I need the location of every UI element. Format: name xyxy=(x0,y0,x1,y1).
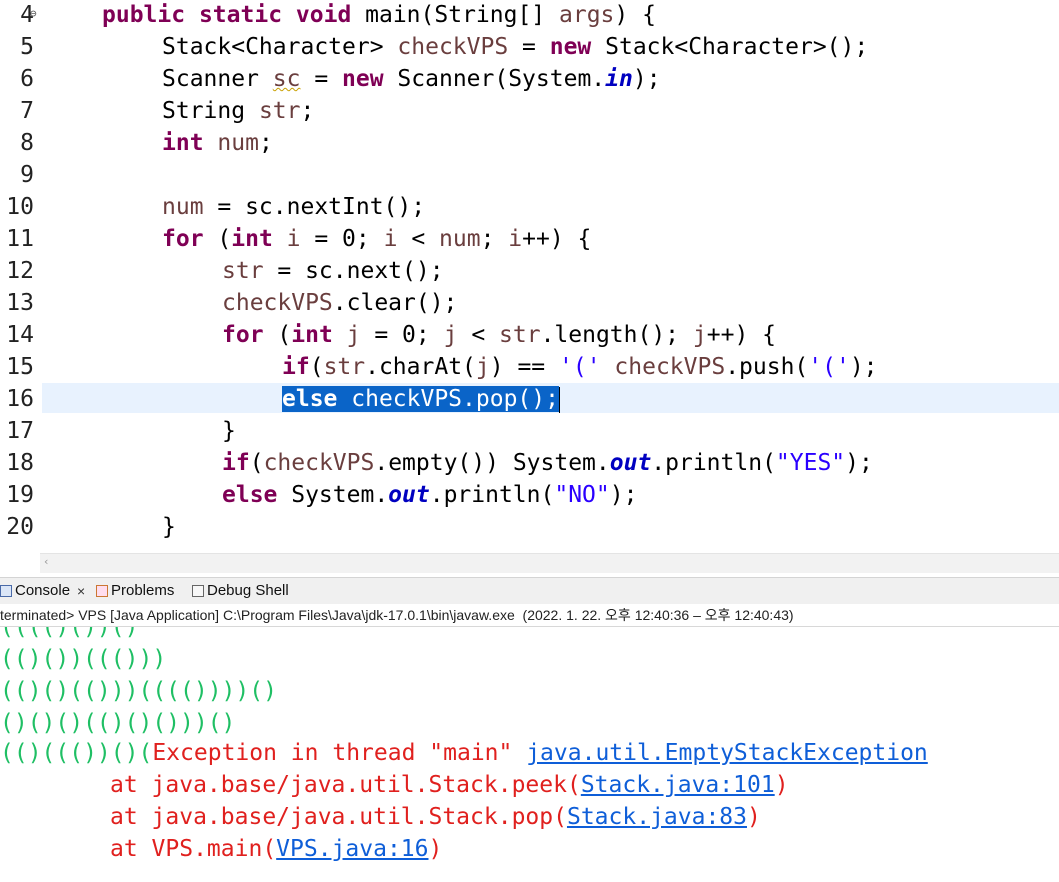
warning-squiggle: sc xyxy=(272,66,301,92)
scroll-left-arrow-icon[interactable]: ‹ xyxy=(44,555,48,568)
code-line[interactable]: public static void main(String[] args) { xyxy=(102,0,656,31)
problems-icon xyxy=(96,584,108,597)
line-number: 7 xyxy=(20,98,34,124)
tab-label: Debug Shell xyxy=(207,582,289,599)
line-number: 18 xyxy=(6,450,34,476)
line-number: 11 xyxy=(6,226,34,252)
line-number-gutter: 4 ⊖ 5 6 7 8 9 10 11 12 13 14 15 16 17 18… xyxy=(0,0,40,553)
line-number: 4 xyxy=(20,2,34,28)
code-line[interactable]: Stack<Character> checkVPS = new Stack<Ch… xyxy=(162,31,868,63)
line-number: 15 xyxy=(6,354,34,380)
stack-trace-line: at java.base/java.util.Stack.pop(Stack.j… xyxy=(110,804,761,830)
code-line[interactable]: for (int i = 0; i < num; i++) { xyxy=(162,223,591,255)
console-input-line: (()())((())) xyxy=(0,646,167,672)
debug-shell-icon xyxy=(192,584,204,597)
line-number: 14 xyxy=(6,322,34,348)
console-input-line: (()()(()))(((())))() xyxy=(0,678,277,704)
selected-code-line[interactable]: else checkVPS.pop(); xyxy=(282,383,560,415)
close-icon[interactable]: × xyxy=(77,583,85,599)
code-line[interactable]: if(checkVPS.empty()) System.out.println(… xyxy=(222,447,873,479)
process-status-line: terminated> VPS [Java Application] C:\Pr… xyxy=(0,604,1059,627)
stack-trace-line: at java.base/java.util.Stack.peek(Stack.… xyxy=(110,772,789,798)
line-number: 20 xyxy=(6,514,34,540)
line-number: 13 xyxy=(6,290,34,316)
code-editor[interactable]: 4 ⊖ 5 6 7 8 9 10 11 12 13 14 15 16 17 18… xyxy=(0,0,1059,553)
tab-console[interactable]: Console × xyxy=(0,582,85,599)
code-line[interactable]: String str; xyxy=(162,95,314,127)
tab-label: Problems xyxy=(111,582,175,599)
line-number: 17 xyxy=(6,418,34,444)
source-link[interactable]: Stack.java:101 xyxy=(581,772,775,798)
line-number: 12 xyxy=(6,258,34,284)
console-exception-line: (()((())()(Exception in thread "main" ja… xyxy=(0,740,928,766)
line-number: 8 xyxy=(20,130,34,156)
code-line[interactable]: else System.out.println("NO"); xyxy=(222,479,637,511)
code-line[interactable]: } xyxy=(222,415,236,447)
stack-trace-line: at VPS.main(VPS.java:16) xyxy=(110,836,443,862)
code-line[interactable]: } xyxy=(162,511,176,543)
source-link[interactable]: VPS.java:16 xyxy=(276,836,428,862)
code-line[interactable]: checkVPS.clear(); xyxy=(222,287,457,319)
console-tab-bar: Console × Problems Debug Shell xyxy=(0,577,1059,604)
exception-link[interactable]: java.util.EmptyStackException xyxy=(526,740,928,766)
tab-problems[interactable]: Problems xyxy=(96,582,174,599)
line-number: 5 xyxy=(20,34,34,60)
console-icon xyxy=(0,584,12,597)
line-number: 6 xyxy=(20,66,34,92)
line-number: 16 xyxy=(6,386,34,412)
code-line[interactable]: if(str.charAt(j) == '(' checkVPS.push('(… xyxy=(282,351,878,383)
code-line[interactable]: num = sc.nextInt(); xyxy=(162,191,425,223)
console-input-line: (((()())() xyxy=(0,627,139,640)
code-line[interactable]: for (int j = 0; j < str.length(); j++) { xyxy=(222,319,776,351)
line-number: 10 xyxy=(6,194,34,220)
source-link[interactable]: Stack.java:83 xyxy=(567,804,747,830)
code-line[interactable]: Scanner sc = new Scanner(System.in); xyxy=(162,63,661,95)
fold-collapse-icon[interactable]: ⊖ xyxy=(30,7,37,20)
console-input-line: ()()()(()()()))() xyxy=(0,710,236,736)
text-selection[interactable]: else checkVPS.pop(); xyxy=(282,386,559,412)
code-line[interactable]: str = sc.next(); xyxy=(222,255,444,287)
line-number: 19 xyxy=(6,482,34,508)
tab-label: Console xyxy=(15,582,71,599)
code-line[interactable]: int num; xyxy=(162,127,273,159)
text-caret xyxy=(558,386,560,413)
console-output[interactable]: (((()())() (()())((())) (()()(()))(((())… xyxy=(0,627,1059,882)
line-number: 9 xyxy=(20,162,34,188)
tab-debug-shell[interactable]: Debug Shell xyxy=(192,582,289,599)
horizontal-scrollbar[interactable]: ‹ xyxy=(40,553,1059,573)
